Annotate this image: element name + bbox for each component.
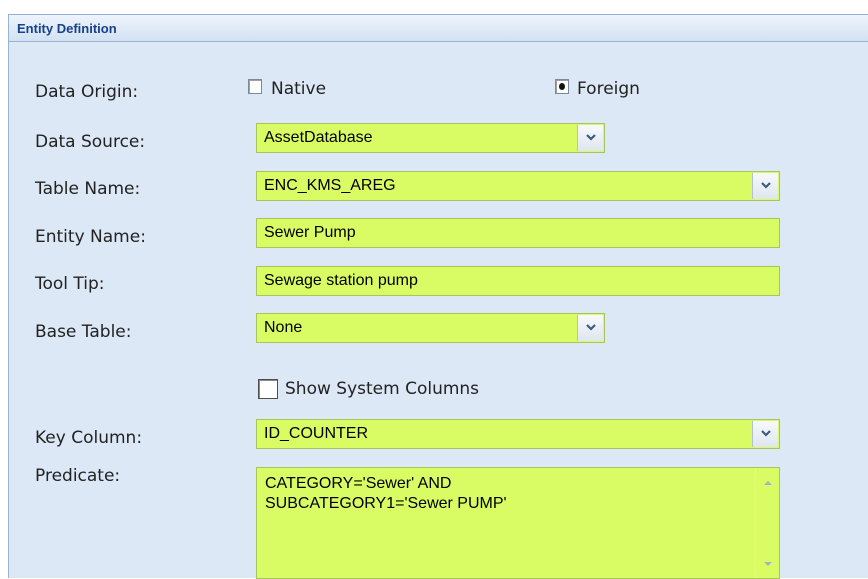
dropdown-button[interactable] xyxy=(577,125,603,151)
entity-definition-panel: Entity Definition Data Origin: Native Fo… xyxy=(8,14,868,579)
textarea-scrollbar[interactable] xyxy=(755,468,779,578)
base-table-value: None xyxy=(264,319,303,336)
data-origin-label: Data Origin: xyxy=(35,82,139,102)
entity-name-value: Sewer Pump xyxy=(264,224,356,241)
data-source-value: AssetDatabase xyxy=(264,129,373,146)
dropdown-button[interactable] xyxy=(752,421,778,447)
predicate-label: Predicate: xyxy=(35,466,121,486)
chevron-down-icon xyxy=(761,182,771,189)
table-name-label: Table Name: xyxy=(35,179,141,199)
entity-name-label: Entity Name: xyxy=(35,227,146,247)
key-column-value: ID_COUNTER xyxy=(264,425,369,442)
table-name-select[interactable]: ENC_KMS_AREG xyxy=(256,171,780,201)
entity-name-input[interactable]: Sewer Pump xyxy=(256,218,780,248)
data-source-label: Data Source: xyxy=(35,132,146,152)
key-column-label: Key Column: xyxy=(35,428,143,448)
show-system-columns-label[interactable]: Show System Columns xyxy=(285,378,479,400)
tool-tip-input[interactable]: Sewage station pump xyxy=(256,266,780,296)
base-table-select[interactable]: None xyxy=(256,313,605,343)
scroll-down-arrow-icon[interactable] xyxy=(763,561,773,567)
native-radio-label[interactable]: Native xyxy=(271,78,326,100)
foreign-radio-label[interactable]: Foreign xyxy=(577,78,640,100)
show-system-columns-checkbox[interactable] xyxy=(258,379,278,399)
chevron-down-icon xyxy=(586,134,596,141)
tool-tip-value: Sewage station pump xyxy=(264,272,418,289)
predicate-textarea[interactable]: CATEGORY='Sewer' AND SUBCATEGORY1='Sewer… xyxy=(256,467,780,579)
tool-tip-label: Tool Tip: xyxy=(35,274,105,294)
table-name-value: ENC_KMS_AREG xyxy=(264,177,396,194)
key-column-select[interactable]: ID_COUNTER xyxy=(256,419,780,449)
panel-title: Entity Definition xyxy=(17,21,117,36)
radio-selected-dot xyxy=(559,83,565,90)
base-table-label: Base Table: xyxy=(35,322,132,342)
dropdown-button[interactable] xyxy=(577,315,603,341)
foreign-radio[interactable] xyxy=(555,79,569,94)
predicate-value: CATEGORY='Sewer' AND SUBCATEGORY1='Sewer… xyxy=(265,475,507,512)
chevron-down-icon xyxy=(586,324,596,331)
scroll-up-arrow-icon[interactable] xyxy=(763,480,773,486)
panel-header: Entity Definition xyxy=(9,15,868,42)
dropdown-button[interactable] xyxy=(752,173,778,199)
data-source-select[interactable]: AssetDatabase xyxy=(256,123,605,153)
native-radio[interactable] xyxy=(248,79,262,94)
chevron-down-icon xyxy=(761,430,771,437)
